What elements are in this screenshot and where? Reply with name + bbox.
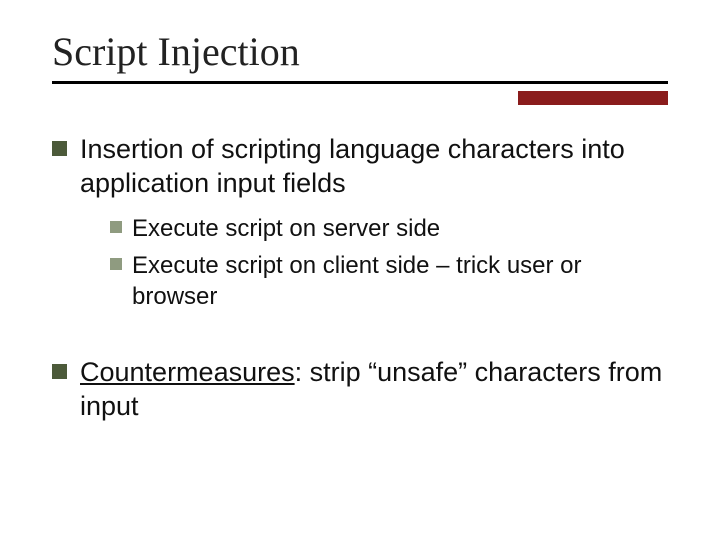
slide-title: Script Injection: [52, 28, 668, 75]
bullet-2-text: Countermeasures: strip “unsafe” characte…: [80, 357, 662, 421]
title-rule-short: [518, 91, 668, 105]
sub-bullet-2: Execute script on client side – trick us…: [110, 250, 668, 312]
square-bullet-icon: [52, 141, 67, 156]
countermeasures-label: Countermeasures: [80, 357, 295, 387]
square-bullet-icon: [110, 221, 122, 233]
slide: Script Injection Insertion of scripting …: [0, 0, 720, 540]
bullet-list-2: Countermeasures: strip “unsafe” characte…: [52, 356, 668, 424]
title-rule-long: [52, 81, 668, 84]
sub-bullet-1: Execute script on server side: [110, 213, 668, 244]
sub-bullet-2-text: Execute script on client side – trick us…: [132, 252, 582, 310]
sub-bullet-1-text: Execute script on server side: [132, 215, 440, 242]
bullet-2: Countermeasures: strip “unsafe” characte…: [52, 356, 668, 424]
square-bullet-icon: [52, 364, 67, 379]
bullet-1-text: Insertion of scripting language characte…: [80, 134, 625, 198]
sub-list-1: Execute script on server side Execute sc…: [110, 213, 668, 313]
title-rule-area: [52, 81, 668, 111]
bullet-1: Insertion of scripting language characte…: [52, 133, 668, 312]
spacer: [52, 330, 668, 356]
bullet-list: Insertion of scripting language characte…: [52, 133, 668, 312]
square-bullet-icon: [110, 258, 122, 270]
